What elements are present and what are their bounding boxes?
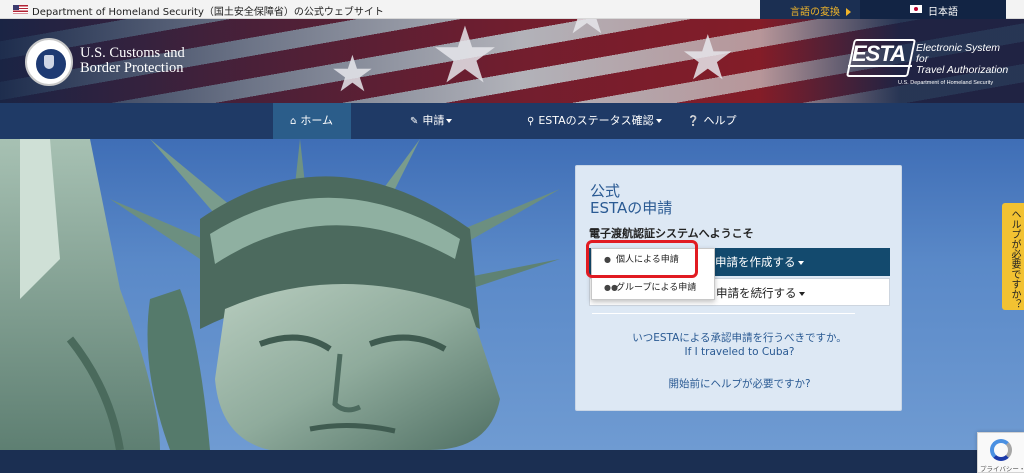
official-site-text: Department of Homeland Security（国土安全保障省）…	[32, 7, 384, 18]
nav-item-help[interactable]: ❔ ヘルプ	[687, 103, 736, 139]
dropdown-item-label: グループによる申請	[616, 283, 697, 293]
help-side-tab[interactable]: ヘルプが必要ですか？	[1002, 203, 1024, 310]
caret-down-icon	[797, 260, 804, 265]
group-application-option[interactable]: ●●グループによる申請	[592, 277, 714, 299]
continue-application-label: 申請を続行する	[716, 286, 797, 300]
chevron-right-icon	[846, 8, 851, 16]
help-side-tab-label: ヘルプが必要ですか？	[1009, 209, 1020, 309]
create-application-label: 申請を作成する	[715, 255, 796, 269]
welcome-text: 電子渡航認証システムへようこそ	[589, 227, 754, 240]
agency-name-line1: U.S. Customs and	[80, 45, 185, 61]
nav-item-label: ESTAのステータス確認	[538, 114, 654, 127]
statue-of-liberty-image	[0, 139, 560, 450]
esta-text-line1: Electronic System for	[916, 42, 1001, 65]
search-icon: ⚲	[527, 116, 535, 127]
nav-item-label: ヘルプ	[703, 114, 737, 127]
flag-star-decoration: ★	[680, 21, 736, 94]
flag-star-decoration: ★	[430, 19, 500, 101]
flag-star-decoration: ★	[560, 19, 614, 43]
pencil-icon: ✎	[410, 116, 419, 127]
question-circle-icon: ❔	[687, 116, 700, 127]
cbp-logo-text[interactable]: U.S. Customs and Border Protection	[80, 46, 185, 76]
nav-item-label: ホーム	[300, 114, 334, 127]
caret-down-icon	[446, 119, 453, 123]
japan-flag-icon	[910, 5, 922, 13]
main-nav: ⌂ ホーム ✎ 申請 ⚲ ESTAのステータス確認 ❔ ヘルプ	[0, 103, 1024, 139]
esta-text-line2: Travel Authorization	[916, 64, 1009, 76]
esta-logo-word: ESTA	[852, 41, 906, 66]
help-before-start-link[interactable]: 開始前にヘルプが必要ですか?	[576, 376, 903, 391]
us-flag-icon	[13, 5, 28, 14]
nav-item-status-check[interactable]: ⚲ ESTAのステータス確認	[527, 103, 662, 139]
nav-item-apply[interactable]: ✎ 申請	[410, 103, 453, 139]
esta-logo-underline	[848, 65, 912, 67]
language-selector[interactable]: 日本語	[860, 0, 1006, 19]
cuba-travel-link[interactable]: If I traveled to Cuba?	[576, 346, 903, 358]
recaptcha-text: プライバシー・利用規約	[980, 465, 1024, 473]
gov-bar: Department of Homeland Security（国土安全保障省）…	[0, 0, 1024, 19]
footer-strip	[0, 450, 1024, 473]
nav-item-home[interactable]: ⌂ ホーム	[273, 103, 351, 139]
agency-name-line2: Border Protection	[80, 60, 184, 76]
caret-down-icon	[798, 291, 805, 296]
flag-star-decoration: ★	[330, 45, 375, 103]
site-header: ★ ★ ★ ★ U.S. Customs and Border Protecti…	[0, 19, 1024, 103]
recaptcha-badge[interactable]: プライバシー・利用規約	[977, 432, 1024, 473]
users-icon: ●●	[604, 283, 618, 292]
when-to-apply-link[interactable]: いつESTAによる承認申請を行うべきですか。	[576, 330, 903, 345]
language-change-label: 言語の変換	[790, 7, 840, 18]
card-divider	[592, 313, 855, 314]
language-change-button[interactable]: 言語の変換	[760, 0, 860, 19]
caret-down-icon	[655, 119, 662, 123]
recaptcha-icon	[990, 439, 1012, 461]
current-language-label: 日本語	[928, 7, 958, 18]
home-icon: ⌂	[290, 116, 297, 127]
esta-logo-subtext: U.S. Department of Homeland Security	[898, 80, 994, 86]
dhs-seal-logo[interactable]	[25, 38, 73, 86]
annotation-highlight-box	[586, 240, 698, 278]
esta-logo-text: Electronic System for Travel Authorizati…	[916, 43, 1010, 76]
esta-logo[interactable]: ESTA Electronic System for Travel Author…	[844, 36, 1010, 90]
nav-item-label: 申請	[422, 114, 445, 127]
card-title-line2: ESTAの申請	[590, 199, 673, 217]
